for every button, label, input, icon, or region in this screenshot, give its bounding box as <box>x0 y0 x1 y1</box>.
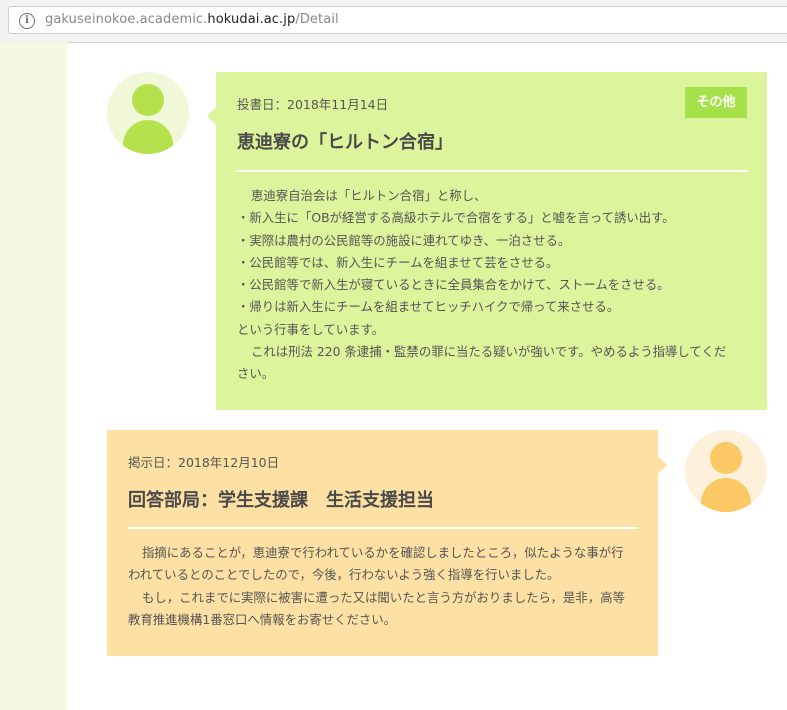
answer-title: 回答部局：学生支援課 生活支援担当 <box>128 490 434 511</box>
question-body-line: ・公民館等で新入生が寝ているときに全員集合をかけて、ストームをさせる。 <box>237 277 670 293</box>
question-body-line: これは刑法 220 条逮捕・監禁の罪に当たる疑いが強いです。やめるよう指導してく… <box>251 344 727 360</box>
answer-body-line: もし，これまでに実際に被害に遭った又は聞いたと言う方がおりましたら，是非，高等 <box>142 589 625 605</box>
question-body-line: ・帰りは新入生にチームを組ませてヒッチハイクで帰って来させる。 <box>237 299 620 315</box>
answer-card: 掲示日：2018年12月10日 回答部局：学生支援課 生活支援担当 指摘にあるこ… <box>107 430 667 656</box>
category-tag: その他 <box>685 87 747 118</box>
question-body-line: という行事をしています。 <box>237 321 385 337</box>
question-title: 恵迪寮の「ヒルトン合宿」 <box>237 132 453 153</box>
question-body-line: 恵迪寮自治会は「ヒルトン合宿」と称し、 <box>251 188 487 203</box>
avatar-head <box>132 84 164 116</box>
avatar-body <box>701 478 751 512</box>
avatar-head <box>710 442 742 474</box>
question-body-line: ・実際は農村の公民館等の施設に連れてゆき、一泊させる。 <box>237 232 571 248</box>
user-avatar-icon <box>685 430 767 512</box>
question-body-line: ・公民館等では、新入生にチームを組ませて芸をさせる。 <box>237 254 559 270</box>
left-sidebar <box>0 42 67 710</box>
question-body-line: さい。 <box>237 366 275 382</box>
question-body: 恵迪寮自治会は「ヒルトン合宿」と称し、 ・新入生に「OBが経営する高級ホテルで合… <box>237 185 752 386</box>
answer-body-line: われているとのことでしたので，今後，行わないよう強く指導を行いました。 <box>128 567 560 583</box>
url-path: /Detail <box>295 12 339 27</box>
answer-body-line: 指摘にあることが，恵迪寮で行われているかを確認しましたところ，似たような事が行 <box>142 545 624 560</box>
browser-address-bar: i gakuseinokoe.academic.hokudai.ac.jp/De… <box>0 0 787 43</box>
answer-divider <box>128 527 637 529</box>
avatar-body <box>123 120 173 154</box>
url-field[interactable]: i gakuseinokoe.academic.hokudai.ac.jp/De… <box>8 6 787 34</box>
question-card: 投書日：2018年11月14日 その他 恵迪寮の「ヒルトン合宿」 恵迪寮自治会は… <box>207 72 767 410</box>
answer-date: 掲示日：2018年12月10日 <box>128 455 280 470</box>
info-icon[interactable]: i <box>19 13 35 29</box>
answer-body-line: 教育推進機構1番窓口へ情報をお寄せください。 <box>128 611 397 627</box>
url-text[interactable]: gakuseinokoe.academic.hokudai.ac.jp/Deta… <box>45 12 339 27</box>
user-avatar-icon <box>107 72 189 154</box>
answer-body: 指摘にあることが，恵迪寮で行われているかを確認しましたところ，似たような事が行 … <box>128 542 643 631</box>
question-date: 投書日：2018年11月14日 <box>237 97 389 112</box>
question-divider <box>237 170 747 172</box>
question-body-line: ・新入生に「OBが経営する高級ホテルで合宿をする」と嘘を言って誘い出す。 <box>237 210 675 226</box>
url-prefix: gakuseinokoe.academic. <box>45 12 208 27</box>
url-host: hokudai.ac.jp <box>207 12 296 27</box>
